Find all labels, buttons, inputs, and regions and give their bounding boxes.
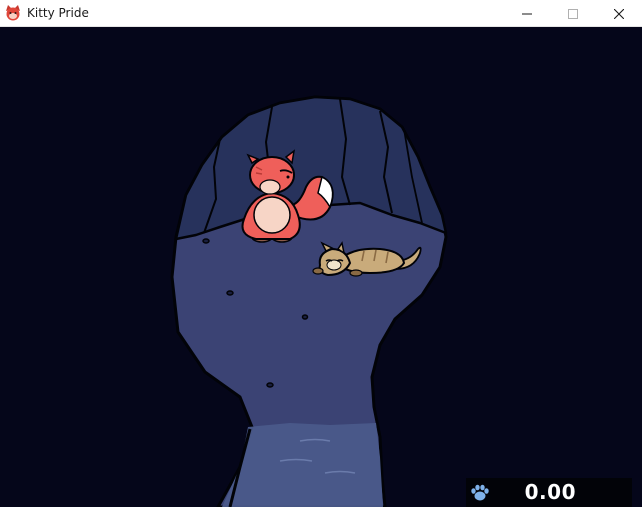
minimize-button[interactable] [504, 0, 550, 27]
pebble [301, 314, 309, 320]
score-value: 0.00 [524, 480, 576, 504]
maximize-icon [568, 8, 578, 19]
pebble [226, 290, 234, 296]
pebble [266, 382, 274, 388]
cave [170, 95, 448, 507]
cat-face-icon [6, 5, 20, 21]
cave-scene [170, 95, 448, 507]
game-viewport[interactable]: 0.00 [0, 27, 642, 507]
window-title: Kitty Pride [27, 6, 89, 20]
cave-water [222, 423, 383, 507]
game-window: Kitty Pride 0.00 [0, 0, 642, 507]
paw-print-icon [471, 484, 489, 501]
close-button[interactable] [596, 0, 642, 27]
close-icon [614, 8, 624, 19]
maximize-button[interactable] [550, 0, 596, 27]
pebble [202, 238, 210, 244]
minimize-icon [522, 13, 532, 14]
score-hud: 0.00 [466, 478, 632, 507]
title-bar[interactable]: Kitty Pride [0, 0, 642, 27]
